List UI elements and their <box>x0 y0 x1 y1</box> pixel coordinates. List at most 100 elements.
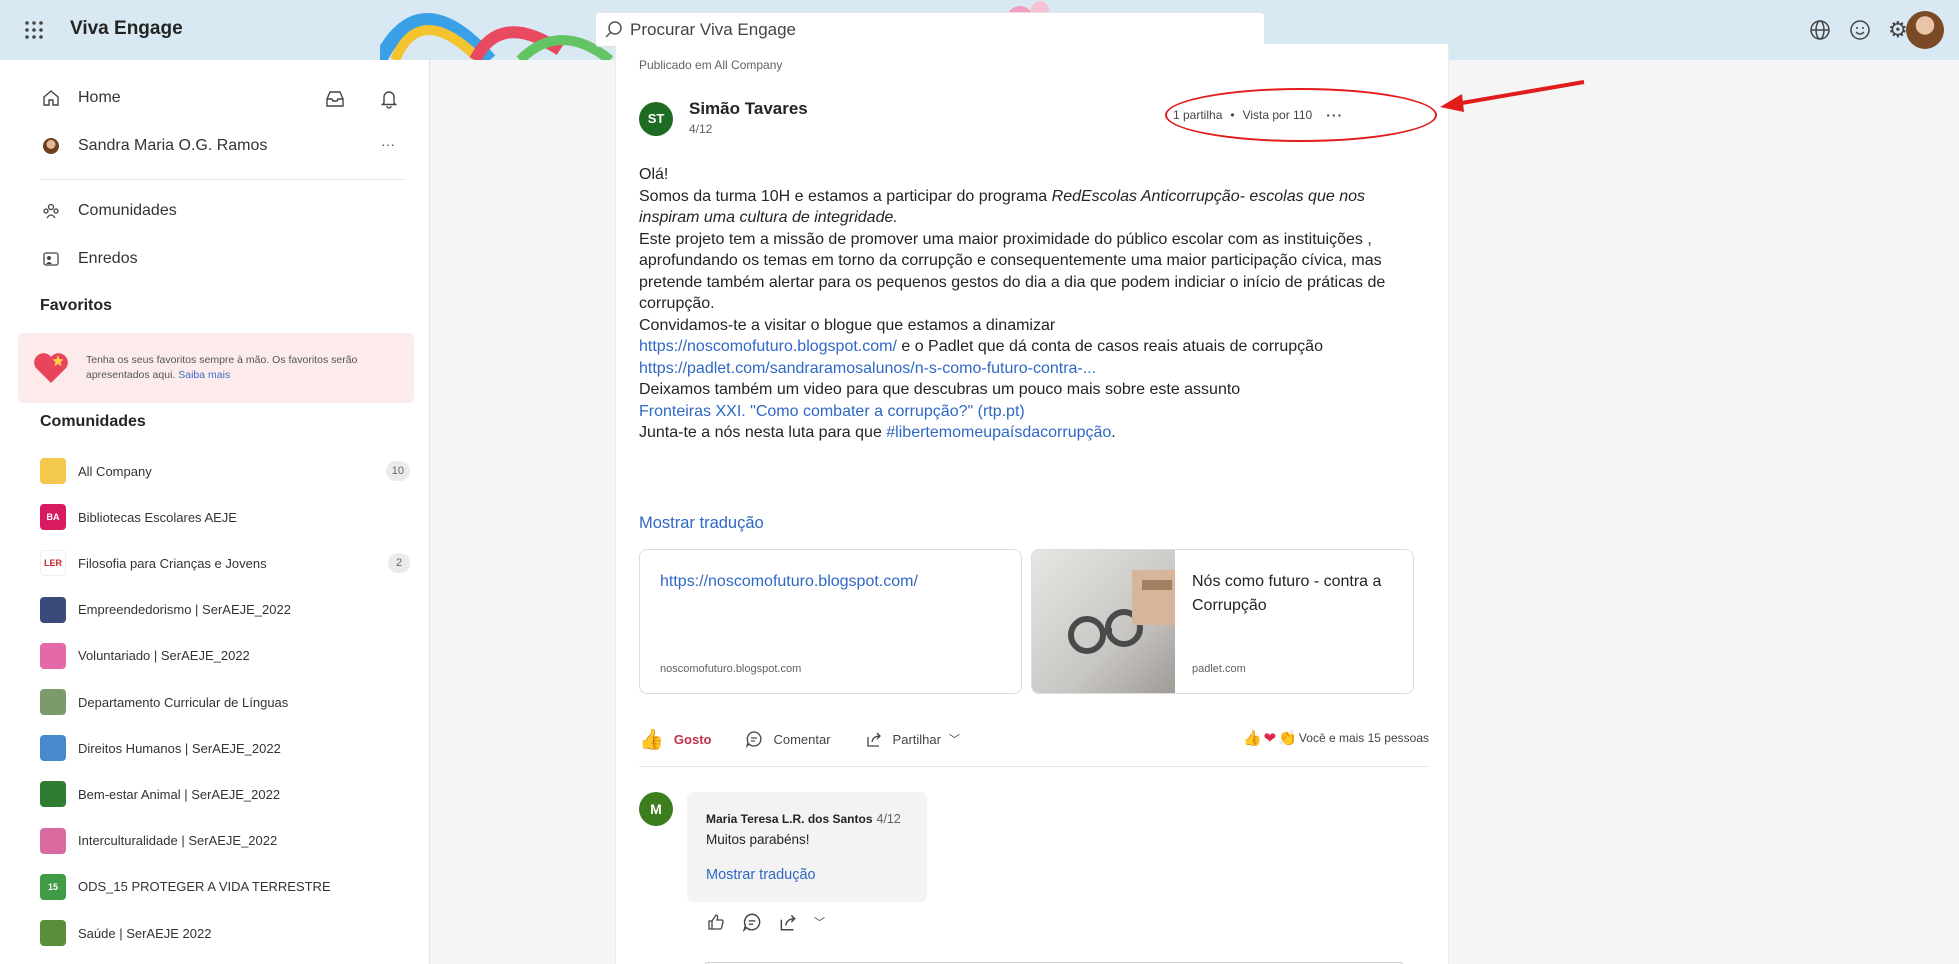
comment-reply-icon[interactable] <box>742 912 762 932</box>
community-avatar <box>40 596 66 623</box>
community-avatar <box>40 827 66 854</box>
unread-count-badge: 10 <box>385 461 410 481</box>
nav-storylines-label: Enredos <box>78 250 138 267</box>
published-in[interactable]: Publicado em All Company <box>639 58 782 72</box>
community-name: Bem-estar Animal | SerAEJE_2022 <box>78 786 281 802</box>
user-name: Sandra Maria O.G. Ramos <box>78 137 268 154</box>
search-icon <box>605 21 622 38</box>
link-preview-thumbnail <box>1032 550 1175 693</box>
community-avatar <box>40 735 66 762</box>
post-more-button[interactable]: ··· <box>1326 107 1343 123</box>
community-item[interactable]: LER Filosofia para Crianças e Jovens 2 <box>40 549 410 577</box>
home-label: Home <box>78 89 121 106</box>
chevron-down-icon: ﹀ <box>948 734 960 746</box>
comment-show-translation[interactable]: Mostrar tradução <box>706 867 816 883</box>
comment-button[interactable]: Comentar <box>745 730 831 748</box>
community-name: Departamento Curricular de Línguas <box>78 694 289 710</box>
comment-like-icon[interactable] <box>706 912 726 932</box>
padlet-link[interactable]: https://padlet.com/sandraramosalunos/n-s… <box>639 360 1096 377</box>
link-preview-padlet[interactable]: Nós como futuro - contra a Corrupção pad… <box>1031 549 1414 694</box>
community-item[interactable]: BA Bibliotecas Escolares AEJE <box>40 503 410 531</box>
community-avatar: BA <box>40 504 66 531</box>
app-launcher-icon[interactable] <box>22 18 46 42</box>
show-translation-link[interactable]: Mostrar tradução <box>639 514 764 533</box>
community-name: Bibliotecas Escolares AEJE <box>78 509 237 525</box>
post-body: Olá! Somos da turma 10H e estamos a part… <box>639 166 1386 441</box>
view-count[interactable]: Vista por 110 <box>1243 108 1313 122</box>
comment-actions: ﹀ <box>706 912 825 932</box>
globe-icon[interactable] <box>1808 18 1832 42</box>
comment-date: 4/12 <box>876 812 901 826</box>
unread-count-badge: 2 <box>388 553 410 574</box>
link-preview-domain: noscomofuturo.blogspot.com <box>660 663 802 675</box>
community-avatar <box>40 920 66 946</box>
community-item[interactable]: Departamento Curricular de Línguas <box>40 688 410 716</box>
community-avatar: LER <box>40 550 66 577</box>
home-icon <box>40 87 62 109</box>
link-preview-domain: padlet.com <box>1192 663 1246 675</box>
learn-more-link[interactable]: Saiba mais <box>178 369 230 381</box>
chevron-down-icon[interactable]: ﹀ <box>814 914 825 930</box>
share-button[interactable]: Partilhar ﹀ <box>865 730 960 748</box>
search-input[interactable] <box>630 13 1250 46</box>
thumbs-up-icon: 👍 <box>639 728 664 751</box>
left-sidebar: Home Sandra Maria O.G. Ramos ··· Comunid… <box>0 60 430 964</box>
link-preview-title: https://noscomofuturo.blogspot.com/ <box>660 573 918 590</box>
nav-communities-label: Comunidades <box>78 202 177 219</box>
author-avatar[interactable]: ST <box>639 102 673 136</box>
community-avatar <box>40 458 66 484</box>
blog-link[interactable]: https://noscomofuturo.blogspot.com/ <box>639 338 897 355</box>
community-avatar <box>40 781 66 808</box>
link-preview-blog[interactable]: https://noscomofuturo.blogspot.com/ nosc… <box>639 549 1022 694</box>
inbox-icon[interactable] <box>325 90 345 108</box>
share-icon <box>865 730 883 748</box>
notification-bell-icon[interactable] <box>381 89 397 109</box>
post-actions: 👍 Gosto Comentar Partilhar ﹀ 👍 ❤ 👏 Você … <box>639 727 1429 751</box>
comment: Maria Teresa L.R. dos Santos 4/12 Muitos … <box>687 792 927 902</box>
profile-avatar[interactable] <box>1906 11 1944 49</box>
commenter-name[interactable]: Maria Teresa L.R. dos Santos <box>706 812 873 826</box>
video-link[interactable]: Fronteiras XXI. "Como combater a corrupç… <box>639 403 1025 420</box>
community-item[interactable]: All Company 10 <box>40 457 410 485</box>
smiley-icon[interactable] <box>1848 18 1872 42</box>
commenter-avatar[interactable]: M <box>639 792 673 826</box>
post-date[interactable]: 4/12 <box>689 122 712 136</box>
community-name: Voluntariado | SerAEJE_2022 <box>78 648 250 664</box>
comment-icon <box>745 730 763 748</box>
post-card: Publicado em All Company ST Simão Tavare… <box>615 44 1449 964</box>
community-name: Empreendedorismo | SerAEJE_2022 <box>78 602 291 618</box>
community-avatar <box>40 642 66 669</box>
community-item[interactable]: Interculturalidade | SerAEJE_2022 <box>40 827 410 855</box>
communities-title: Comunidades <box>40 413 146 430</box>
community-name: Direitos Humanos | SerAEJE_2022 <box>78 740 281 756</box>
community-name: Interculturalidade | SerAEJE_2022 <box>78 833 278 849</box>
community-name: All Company <box>78 463 152 479</box>
community-avatar <box>40 689 66 715</box>
reactions-summary[interactable]: 👍 ❤ 👏 Você e mais 15 pessoas <box>1243 729 1429 747</box>
app-title[interactable]: Viva Engage <box>70 18 183 40</box>
user-profile-link[interactable]: Sandra Maria O.G. Ramos <box>40 134 267 158</box>
clap-reaction-icon: 👏 <box>1278 730 1297 747</box>
community-item[interactable]: Bem-estar Animal | SerAEJE_2022 <box>40 780 410 808</box>
search-box[interactable] <box>595 12 1265 47</box>
nav-home[interactable]: Home <box>40 86 121 110</box>
user-avatar <box>40 135 62 157</box>
post-meta: 1 partilha • Vista por 110 ··· <box>1173 107 1344 123</box>
comment-share-icon[interactable] <box>778 912 798 932</box>
nav-storylines[interactable]: Enredos <box>40 247 138 271</box>
community-item[interactable]: Empreendedorismo | SerAEJE_2022 <box>40 596 410 624</box>
community-item[interactable]: Direitos Humanos | SerAEJE_2022 <box>40 734 410 762</box>
community-item[interactable]: Saúde | SerAEJE 2022 <box>40 919 410 947</box>
like-button[interactable]: 👍 Gosto <box>639 727 711 752</box>
hashtag-link[interactable]: #libertemomeupaísdacorrupção <box>886 424 1111 441</box>
divider <box>639 766 1429 767</box>
nav-communities[interactable]: Comunidades <box>40 199 177 223</box>
favorites-empty-card: Tenha os seus favoritos sempre à mão. Os… <box>18 333 414 403</box>
divider <box>40 179 405 180</box>
user-more-button[interactable]: ··· <box>381 136 395 152</box>
share-count[interactable]: 1 partilha <box>1173 108 1222 122</box>
author-name[interactable]: Simão Tavares <box>689 99 808 119</box>
community-item[interactable]: 15 ODS_15 PROTEGER A VIDA TERRESTRE <box>40 873 410 901</box>
community-item[interactable]: Voluntariado | SerAEJE_2022 <box>40 642 410 670</box>
gear-icon[interactable]: ⚙ <box>1888 17 1908 43</box>
